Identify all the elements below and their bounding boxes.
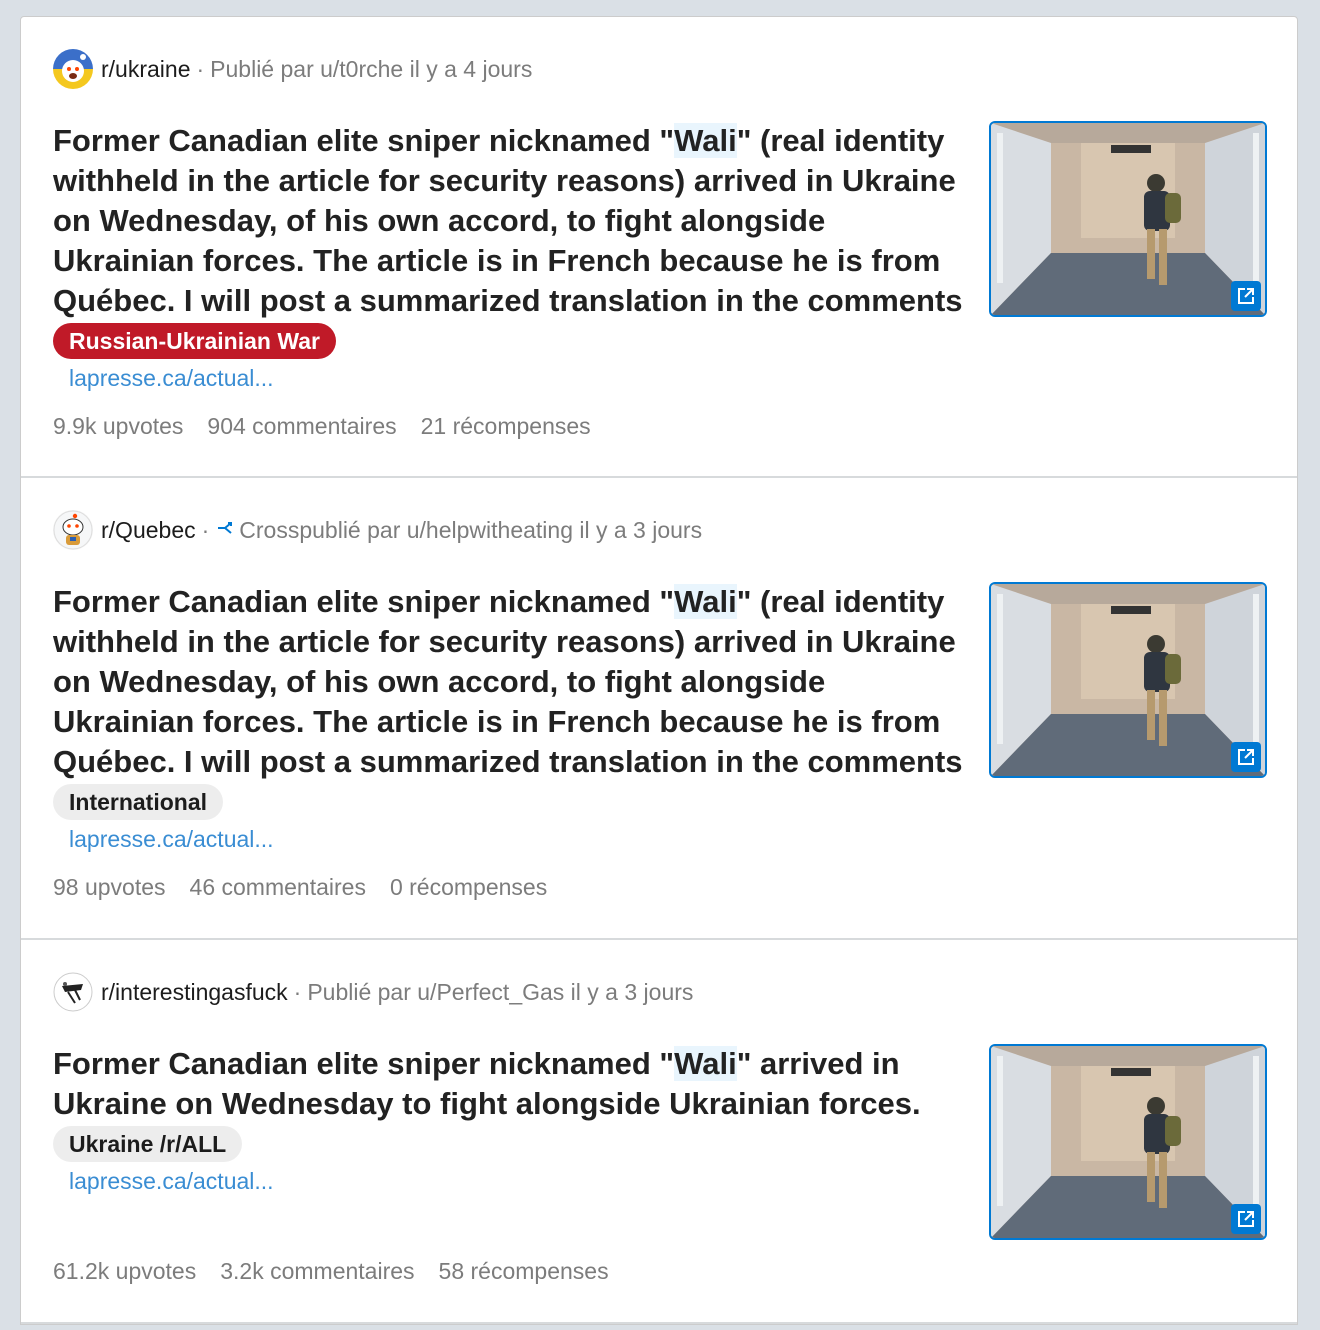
post-meta: r/Quebec · Crosspublié par u/helpwitheat… bbox=[53, 510, 702, 550]
title-highlight: Wali bbox=[674, 123, 737, 158]
post-link[interactable]: lapresse.ca/actual... bbox=[69, 1168, 274, 1195]
post-stats: 9.9k upvotes 904 commentaires 21 récompe… bbox=[53, 413, 591, 440]
subreddit-avatar-interestingasfuck[interactable] bbox=[53, 972, 93, 1012]
awards-count[interactable]: 0 récompenses bbox=[390, 874, 547, 901]
post-title[interactable]: Former Canadian elite sniper nicknamed "… bbox=[53, 1044, 963, 1124]
upvotes-count[interactable]: 9.9k upvotes bbox=[53, 413, 183, 440]
post-title[interactable]: Former Canadian elite sniper nicknamed "… bbox=[53, 582, 963, 782]
subreddit-avatar-ukraine[interactable] bbox=[53, 49, 93, 89]
subreddit-avatar-quebec[interactable] bbox=[53, 510, 93, 550]
post-stats: 98 upvotes 46 commentaires 0 récompenses bbox=[53, 874, 547, 901]
thumbnail-image bbox=[991, 584, 1265, 776]
comments-count[interactable]: 46 commentaires bbox=[190, 874, 366, 901]
title-text-start: Former Canadian elite sniper nicknamed " bbox=[53, 584, 675, 619]
upvotes-count[interactable]: 98 upvotes bbox=[53, 874, 166, 901]
post-flair[interactable]: International bbox=[53, 784, 224, 820]
post-thumbnail[interactable] bbox=[989, 582, 1267, 778]
subreddit-name[interactable]: r/ukraine bbox=[101, 56, 190, 83]
post-byline[interactable]: Publié par u/Perfect_Gas il y a 3 jours bbox=[307, 979, 693, 1006]
title-highlight: Wali bbox=[674, 584, 737, 619]
upvotes-count[interactable]: 61.2k upvotes bbox=[53, 1258, 196, 1285]
post-stats: 61.2k upvotes 3.2k commentaires 58 récom… bbox=[53, 1258, 609, 1285]
post-flair[interactable]: Ukraine /r/ALL bbox=[53, 1126, 243, 1162]
awards-count[interactable]: 21 récompenses bbox=[421, 413, 591, 440]
subreddit-name[interactable]: r/Quebec bbox=[101, 517, 196, 544]
external-link-icon[interactable] bbox=[1231, 1204, 1261, 1234]
title-text-start: Former Canadian elite sniper nicknamed " bbox=[53, 123, 675, 158]
thumbnail-image bbox=[991, 123, 1265, 315]
external-link-icon[interactable] bbox=[1231, 742, 1261, 772]
post-thumbnail[interactable] bbox=[989, 121, 1267, 317]
post-meta: r/ukraine · Publié par u/t0rche il y a 4… bbox=[53, 49, 532, 89]
crosspost-icon bbox=[215, 517, 235, 544]
post-card[interactable]: r/interestingasfuck · Publié par u/Perfe… bbox=[21, 940, 1297, 1324]
subreddit-name[interactable]: r/interestingasfuck bbox=[101, 979, 288, 1006]
comments-count[interactable]: 3.2k commentaires bbox=[220, 1258, 414, 1285]
post-feed: r/ukraine · Publié par u/t0rche il y a 4… bbox=[20, 16, 1298, 1325]
separator-dot: · bbox=[201, 516, 210, 543]
thumbnail-image bbox=[991, 1046, 1265, 1238]
separator-dot: · bbox=[293, 978, 302, 1005]
comments-count[interactable]: 904 commentaires bbox=[207, 413, 396, 440]
post-title[interactable]: Former Canadian elite sniper nicknamed "… bbox=[53, 121, 963, 321]
external-link-icon[interactable] bbox=[1231, 281, 1261, 311]
awards-count[interactable]: 58 récompenses bbox=[439, 1258, 609, 1285]
post-card[interactable]: r/Quebec · Crosspublié par u/helpwitheat… bbox=[21, 478, 1297, 940]
title-highlight: Wali bbox=[674, 1046, 737, 1081]
post-meta: r/interestingasfuck · Publié par u/Perfe… bbox=[53, 972, 693, 1012]
post-flair[interactable]: Russian-Ukrainian War bbox=[53, 323, 336, 359]
post-byline[interactable]: Publié par u/t0rche il y a 4 jours bbox=[210, 56, 532, 83]
post-link[interactable]: lapresse.ca/actual... bbox=[69, 365, 274, 392]
post-link[interactable]: lapresse.ca/actual... bbox=[69, 826, 274, 853]
post-thumbnail[interactable] bbox=[989, 1044, 1267, 1240]
separator-dot: · bbox=[196, 55, 205, 82]
title-text-start: Former Canadian elite sniper nicknamed " bbox=[53, 1046, 675, 1081]
post-card[interactable]: r/ukraine · Publié par u/t0rche il y a 4… bbox=[21, 17, 1297, 478]
post-byline[interactable]: Crosspublié par u/helpwitheating il y a … bbox=[239, 517, 702, 544]
